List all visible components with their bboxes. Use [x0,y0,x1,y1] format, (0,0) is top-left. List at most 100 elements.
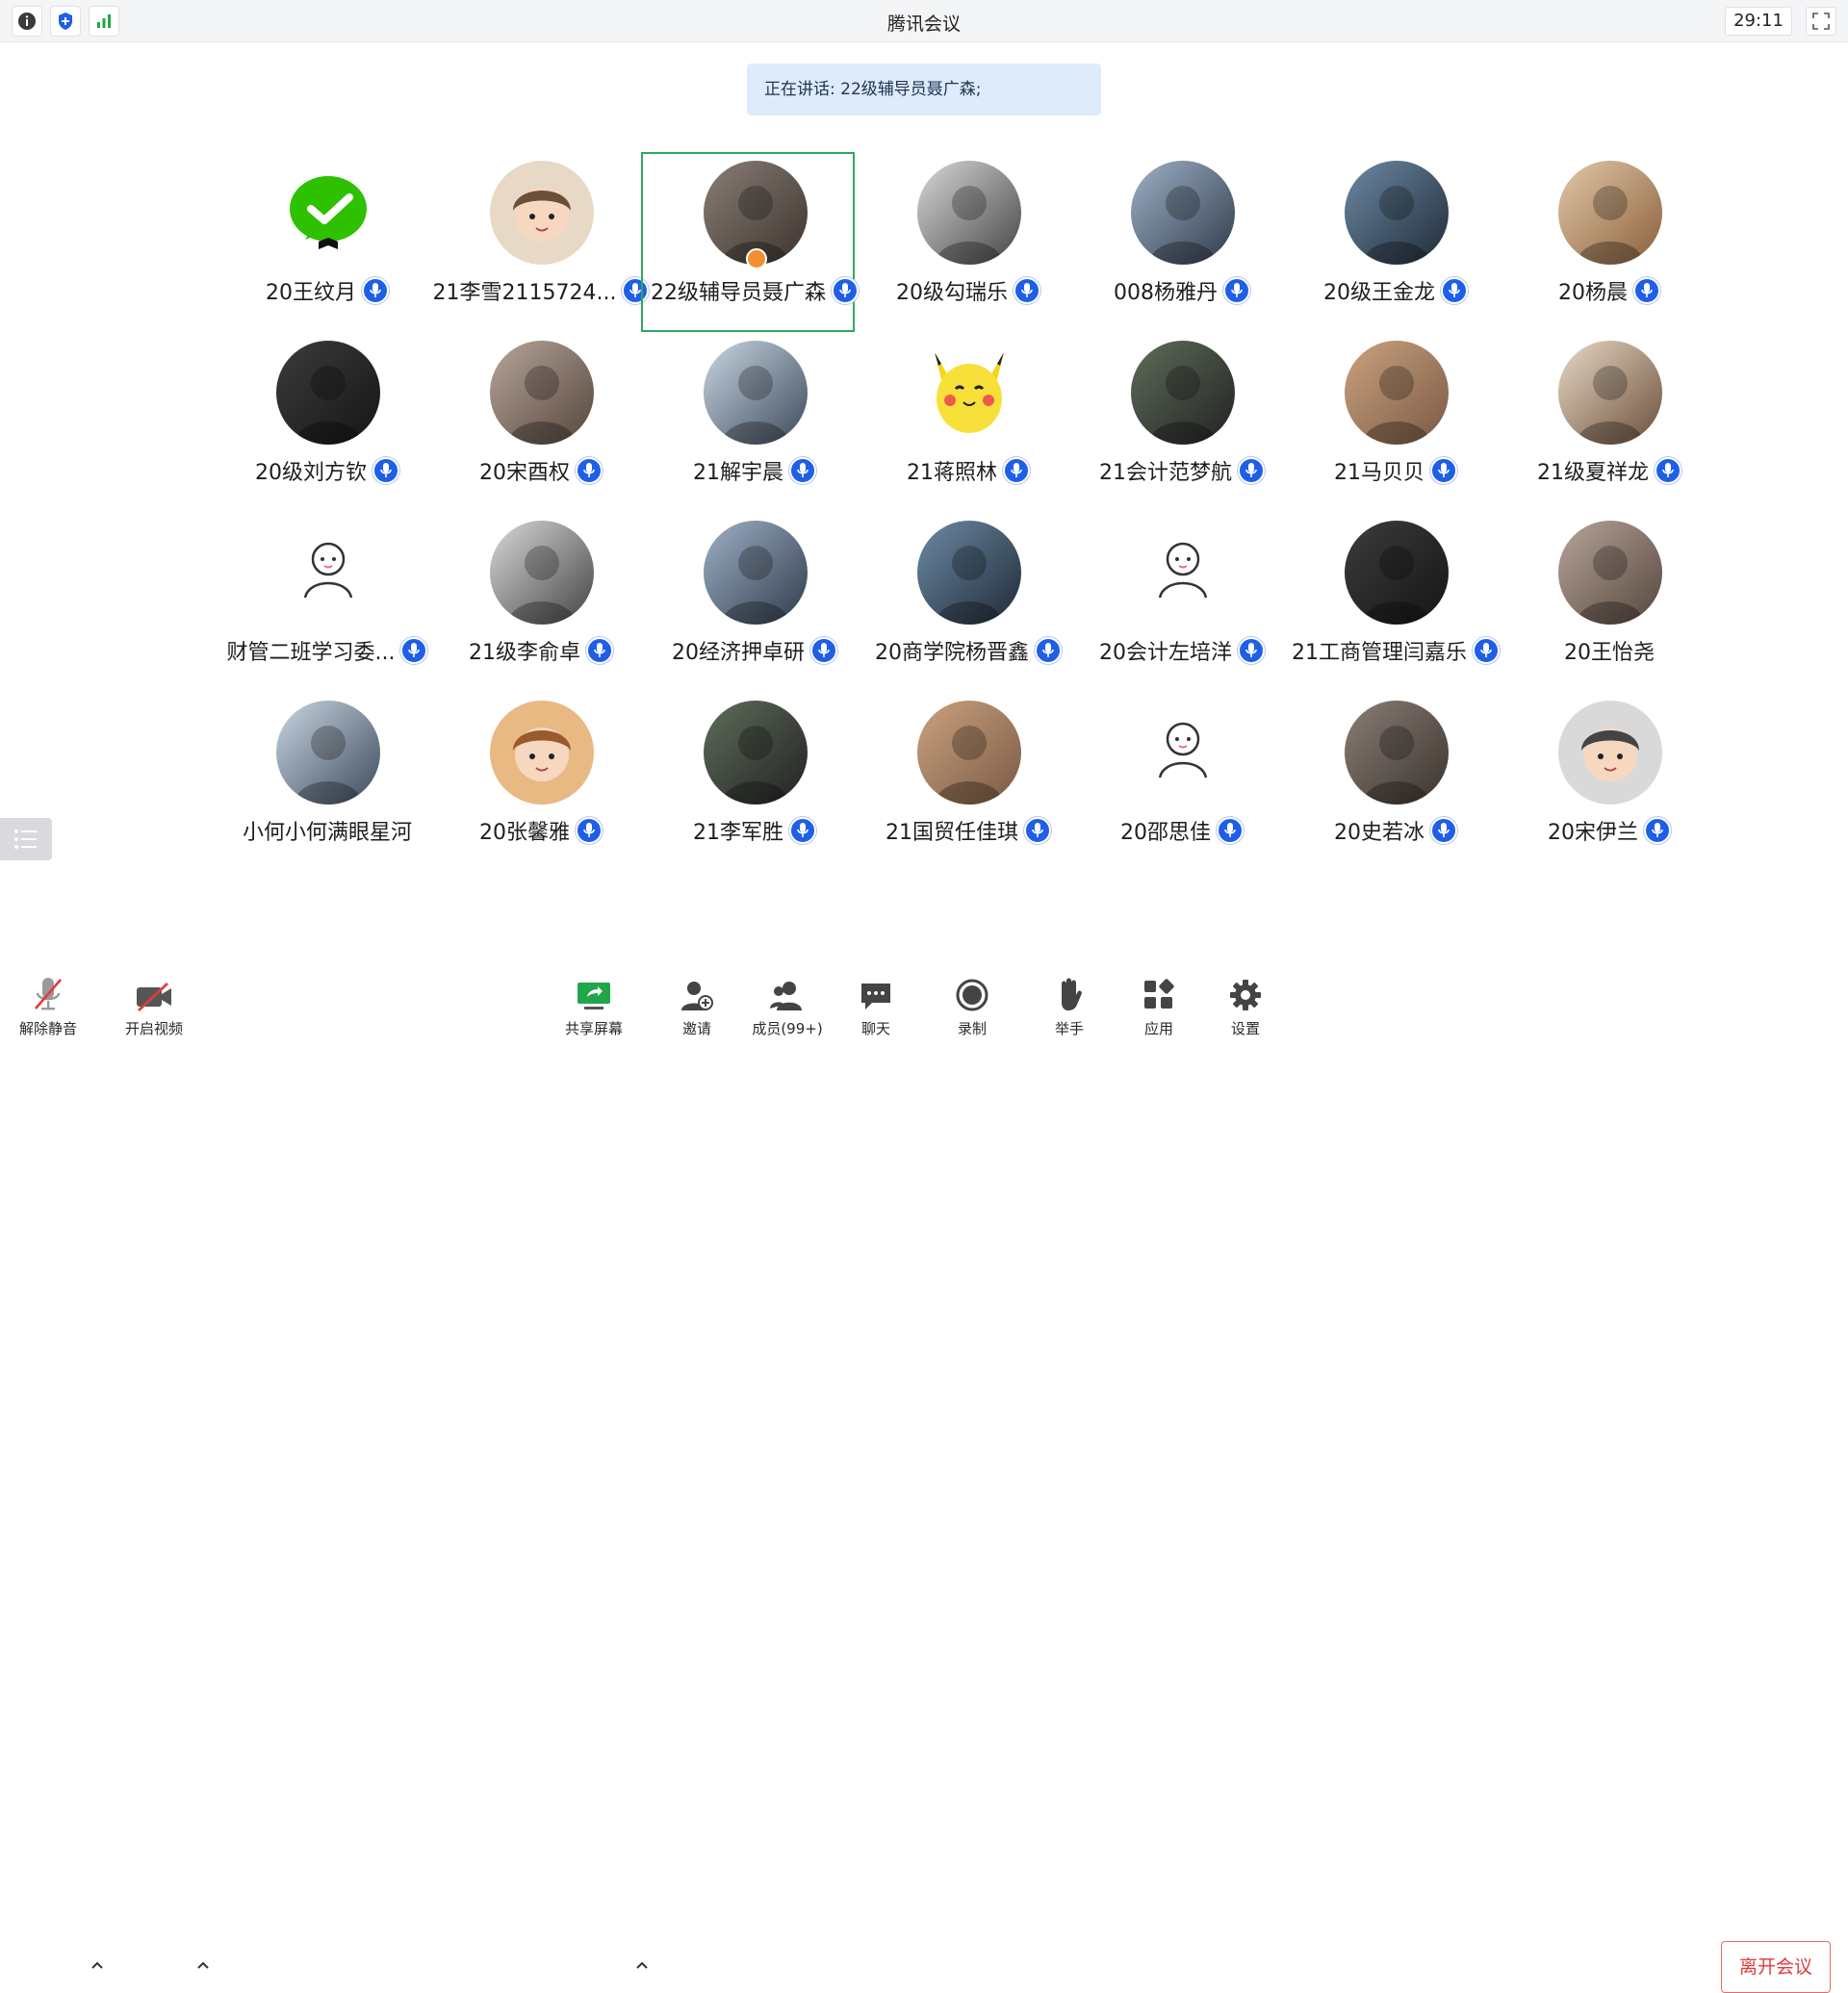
participant-tile[interactable]: 21工商管理闫嘉乐 [1239,512,1500,692]
participant-avatar [1558,701,1662,805]
participant-name: 008杨雅丹 [1114,281,1218,305]
participant-tile[interactable]: 21蒋照林 [811,332,1030,512]
settings-button[interactable]: 设置 [1207,976,1284,1038]
participant-tile[interactable]: 20会计左培洋 [1025,512,1265,692]
share-screen-icon [578,983,610,1009]
participant-name: 21马贝贝 [1334,461,1424,485]
participant-avatar [1345,161,1449,265]
apps-button[interactable]: 应用 [1120,976,1197,1038]
participant-avatar [1345,341,1449,445]
invite-button[interactable]: 邀请 [658,976,735,1038]
leave-meeting-button[interactable]: 离开会议 [1721,1941,1831,1993]
participant-tile[interactable]: 财管二班学习委... [170,512,428,692]
participant-avatar [490,701,594,805]
participant-tile[interactable]: 20商学院杨晋鑫 [811,512,1062,692]
participant-name: 21工商管理闫嘉乐 [1292,641,1467,665]
participant-avatar [917,521,1021,625]
share-screen-label: 共享屏幕 [564,1020,623,1037]
participant-name-row: 20王怡尧 [1491,635,1728,666]
participant-tile[interactable]: 20王怡尧 [1452,512,1666,692]
participant-avatar [490,521,594,625]
participant-tile[interactable]: 20张馨雅 [384,692,603,872]
audio-options-chevron-icon[interactable] [90,1957,105,1973]
participant-tile[interactable]: 21李军胜 [598,692,816,872]
fullscreen-icon [1812,13,1830,30]
participant-avatar [917,701,1021,805]
participant-tile[interactable]: 20级王金龙 [1239,152,1468,332]
start-video-button[interactable]: 开启视频 [116,976,192,1038]
share-screen-button[interactable]: 共享屏幕 [555,976,632,1038]
participant-name-row: 21级夏祥龙 [1491,455,1728,486]
participant-tile[interactable]: 20史若冰 [1239,692,1457,872]
participant-name: 20经济押卓研 [672,641,805,665]
participant-tile[interactable]: 20宋酉权 [384,332,603,512]
chat-icon [861,984,890,1009]
unmute-label: 解除静音 [18,1020,77,1037]
participant-tile[interactable]: 21会计范梦航 [1025,332,1265,512]
participant-tile[interactable]: 20邵思佳 [1025,692,1244,872]
video-off-icon [137,982,171,1012]
participant-name-row: 20杨晨 [1491,275,1728,306]
participant-tile[interactable]: 21马贝贝 [1239,332,1457,512]
participant-avatar [1131,521,1235,625]
participant-name: 21解宇晨 [693,461,783,485]
participant-avatar [490,161,594,265]
participant-avatar [1558,161,1662,265]
participant-avatar [276,521,380,625]
unmute-button[interactable]: 解除静音 [10,976,87,1038]
settings-label: 设置 [1230,1020,1260,1037]
participant-name: 20王纹月 [266,281,356,305]
mic-muted-icon [35,978,62,1010]
participant-tile[interactable]: 小何小何满眼星河 [170,692,412,872]
participant-tile[interactable]: 20经济押卓研 [598,512,837,692]
participant-avatar [1131,341,1235,445]
participant-name: 20杨晨 [1558,281,1628,305]
participant-grid: 20王纹月 21李雪2115724... 22级辅导员聂广森 20级勾瑞乐 00… [170,152,1681,874]
participant-tile[interactable]: 20王纹月 [170,152,389,332]
participant-tile[interactable]: 21李雪2115724... [384,152,650,332]
active-speaker-banner: 正在讲话: 22级辅导员聂广森; [747,64,1101,115]
raise-hand-button[interactable]: 举手 [1031,976,1108,1038]
side-list-toggle[interactable] [0,818,52,860]
participant-name: 20史若冰 [1334,821,1424,845]
participant-name-row: 20宋伊兰 [1491,815,1728,846]
record-icon [956,979,988,1011]
title-bar: 腾讯会议 29:11 [0,0,1848,42]
share-options-chevron-icon[interactable] [634,1957,650,1973]
participant-tile[interactable]: 22级辅导员聂广森 [598,152,859,332]
participant-tile[interactable]: 20级勾瑞乐 [811,152,1040,332]
participant-avatar [704,521,808,625]
start-video-label: 开启视频 [124,1020,183,1037]
participant-tile[interactable]: 20级刘方钦 [170,332,399,512]
participant-tile[interactable]: 21解宇晨 [598,332,816,512]
members-button[interactable]: 成员(99+) [749,976,826,1038]
participant-name: 20级王金龙 [1323,281,1435,305]
members-label: 成员(99+) [752,1020,823,1037]
participant-tile[interactable]: 21级李俞卓 [384,512,613,692]
participant-name: 20王怡尧 [1564,641,1655,665]
raise-hand-label: 举手 [1054,1020,1084,1037]
mic-status-icon [1644,817,1671,844]
record-button[interactable]: 录制 [934,976,1011,1038]
fullscreen-button[interactable] [1806,7,1836,36]
participant-avatar [1131,701,1235,805]
invite-user-icon [681,982,713,1010]
record-label: 录制 [957,1020,987,1037]
participant-avatar [1345,521,1449,625]
chat-button[interactable]: 聊天 [837,976,914,1038]
meeting-timer: 29:11 [1725,7,1792,36]
participant-tile[interactable]: 20杨晨 [1452,152,1666,332]
participant-name: 20邵思佳 [1120,821,1211,845]
participant-avatar [917,161,1021,265]
participant-tile[interactable]: 21国贸任佳琪 [811,692,1051,872]
video-options-chevron-icon[interactable] [195,1957,211,1973]
gear-icon [1230,980,1261,1010]
participant-tile[interactable]: 20宋伊兰 [1452,692,1671,872]
participant-name: 20宋伊兰 [1548,821,1638,845]
participant-name: 21会计范梦航 [1099,461,1232,485]
participant-avatar [1558,521,1662,625]
apps-grid-icon [1144,979,1174,1009]
participant-tile[interactable]: 008杨雅丹 [1025,152,1250,332]
participant-tile[interactable]: 21级夏祥龙 [1452,332,1681,512]
participant-name: 21蒋照林 [907,461,997,485]
